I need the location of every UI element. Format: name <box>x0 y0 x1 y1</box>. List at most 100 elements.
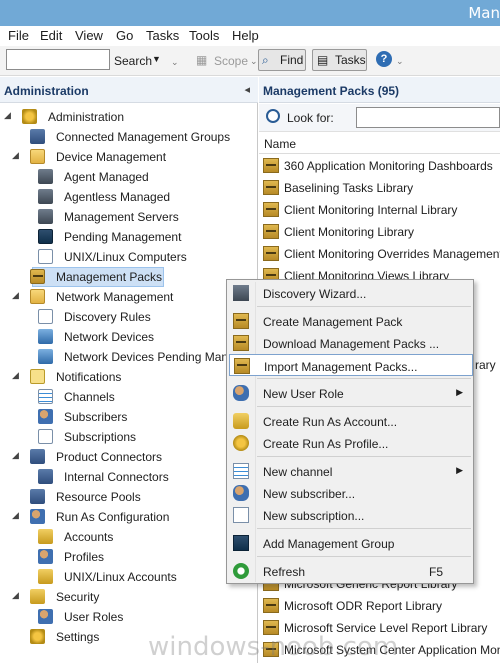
management-pack-icon <box>263 158 279 173</box>
tree-item[interactable]: ◢ Security <box>0 587 258 607</box>
tree-item[interactable]: UNIX/Linux Computers <box>0 247 258 267</box>
create-pack-icon <box>233 313 249 329</box>
list-item[interactable]: 360 Application Monitoring Dashboards <box>259 155 500 177</box>
help-icon[interactable]: ? <box>376 51 392 67</box>
tree-item[interactable]: Agent Managed <box>0 167 258 187</box>
column-header-name[interactable]: Name <box>259 133 500 154</box>
menu-item-label: Refresh <box>263 565 306 579</box>
menu-edit[interactable]: Edit <box>40 28 62 43</box>
tree-item[interactable]: Pending Management <box>0 227 258 247</box>
menu-item-label: New User Role <box>263 387 344 401</box>
menu-help[interactable]: Help <box>232 28 259 43</box>
overflow-icon[interactable]: ⌄ <box>171 57 179 68</box>
tree-item[interactable]: Connected Management Groups <box>0 127 258 147</box>
list-item[interactable]: Baselining Tasks Library <box>259 177 500 199</box>
tree-item-label: UNIX/Linux Accounts <box>64 570 177 584</box>
tree-item[interactable]: Accounts <box>0 527 258 547</box>
collapse-pane-icon[interactable]: ◂ <box>244 83 250 96</box>
expander-icon[interactable]: ◢ <box>12 290 19 301</box>
menu-item-label: Create Management Pack <box>263 315 403 329</box>
find-button[interactable]: ⌕ Find <box>258 49 306 71</box>
overflow-icon[interactable]: ⌄ <box>396 56 404 67</box>
expander-icon[interactable]: ◢ <box>12 370 19 381</box>
tree-item[interactable]: Channels <box>0 387 258 407</box>
folder-icon <box>30 149 45 164</box>
results-header: Management Packs (95) <box>259 77 500 103</box>
tree-item[interactable]: ◢ Device Management <box>0 147 258 167</box>
menu-item[interactable]: Refresh F5 <box>229 560 473 582</box>
overflow-icon[interactable]: ⌄ <box>250 56 258 67</box>
list-item-label: Client Monitoring Library <box>284 225 415 239</box>
menu-tools[interactable]: Tools <box>189 28 219 43</box>
tree-item[interactable]: ◢ Administration <box>0 107 258 127</box>
tree-item[interactable]: ◢ Network Management <box>0 287 258 307</box>
tree-item[interactable]: UNIX/Linux Accounts <box>0 567 258 587</box>
list-item[interactable]: Client Monitoring Internal Library <box>259 199 500 221</box>
expander-icon[interactable]: ◢ <box>12 510 19 521</box>
tree-item[interactable]: Subscriptions <box>0 427 258 447</box>
menu-separator <box>257 456 471 457</box>
tree-item-label: Device Management <box>56 150 167 164</box>
search-dropdown-icon[interactable]: ▼ <box>152 54 161 64</box>
menu-item[interactable]: Import Management Packs... <box>229 354 473 376</box>
import-pack-icon <box>234 358 250 374</box>
list-item[interactable]: Client Monitoring Library <box>259 221 500 243</box>
tree-item-label: Management Packs <box>56 270 163 284</box>
management-pack-icon <box>30 269 45 284</box>
submenu-arrow-icon: ▶ <box>456 465 463 475</box>
resource-pool-icon <box>30 489 45 504</box>
menu-item[interactable]: Create Run As Profile... <box>229 432 473 454</box>
menu-item[interactable]: New subscriber... <box>229 482 473 504</box>
menu-item-label: Create Run As Profile... <box>263 437 389 451</box>
menu-item[interactable]: Create Management Pack <box>229 310 473 332</box>
tree-item[interactable]: ◢ Product Connectors <box>0 447 258 467</box>
list-item[interactable]: Client Monitoring Overrides Management P… <box>259 243 500 265</box>
expander-icon[interactable]: ◢ <box>4 110 11 121</box>
menu-item-label: Import Management Packs... <box>264 360 418 374</box>
expander-icon[interactable]: ◢ <box>12 590 19 601</box>
menu-item[interactable]: New subscription... <box>229 504 473 526</box>
tree-item[interactable]: Management Servers <box>0 207 258 227</box>
tree-item-label: Management Servers <box>64 210 179 224</box>
document-icon <box>38 309 53 324</box>
tasks-button[interactable]: ▤ Tasks <box>312 49 367 71</box>
tree-item[interactable]: Discovery Rules <box>0 307 258 327</box>
expander-icon[interactable]: ◢ <box>12 450 19 461</box>
menu-separator <box>257 406 471 407</box>
expander-icon[interactable]: ◢ <box>12 150 19 161</box>
tree-item[interactable]: Internal Connectors <box>0 467 258 487</box>
menu-item[interactable]: New channel ▶ <box>229 460 473 482</box>
download-pack-icon <box>233 335 249 351</box>
channel-icon <box>233 463 249 479</box>
tree-item[interactable]: ◢ Notifications <box>0 367 258 387</box>
network-pending-icon <box>38 349 53 364</box>
list-item[interactable]: Microsoft ODR Report Library <box>259 595 500 617</box>
menu-item[interactable]: Add Management Group <box>229 532 473 554</box>
menu-tasks[interactable]: Tasks <box>146 28 179 43</box>
menu-file[interactable]: File <box>8 28 29 43</box>
search-input[interactable] <box>6 49 110 70</box>
menu-go[interactable]: Go <box>116 28 133 43</box>
look-for-input[interactable] <box>356 107 500 128</box>
tree-item[interactable]: Profiles <box>0 547 258 567</box>
subscription-icon <box>233 507 249 523</box>
tree-item[interactable]: User Roles <box>0 607 258 627</box>
search-label[interactable]: Search <box>114 54 152 68</box>
tree-item[interactable]: Subscribers <box>0 407 258 427</box>
scope-button[interactable]: Scope <box>214 54 248 68</box>
tree-item-label: Internal Connectors <box>64 470 169 484</box>
tree-item[interactable]: Resource Pools <box>0 487 258 507</box>
menu-item[interactable]: Download Management Packs ... <box>229 332 473 354</box>
tree-item[interactable]: Network Devices Pending Management <box>0 347 275 367</box>
tree-item[interactable]: Network Devices <box>0 327 258 347</box>
tree-item[interactable]: Management Packs <box>0 267 258 287</box>
list-item-label: Microsoft ODR Report Library <box>284 599 443 613</box>
menu-item[interactable]: New User Role ▶ <box>229 382 473 404</box>
tree-item[interactable]: Agentless Managed <box>0 187 258 207</box>
menu-item[interactable]: Discovery Wizard... <box>229 282 473 304</box>
menu-view[interactable]: View <box>75 28 103 43</box>
navigation-pane: Administration ◂ ◢ Administration Connecte… <box>0 77 275 663</box>
tree-item-label: Subscribers <box>64 410 128 424</box>
tree-item[interactable]: ◢ Run As Configuration <box>0 507 258 527</box>
menu-item[interactable]: Create Run As Account... <box>229 410 473 432</box>
